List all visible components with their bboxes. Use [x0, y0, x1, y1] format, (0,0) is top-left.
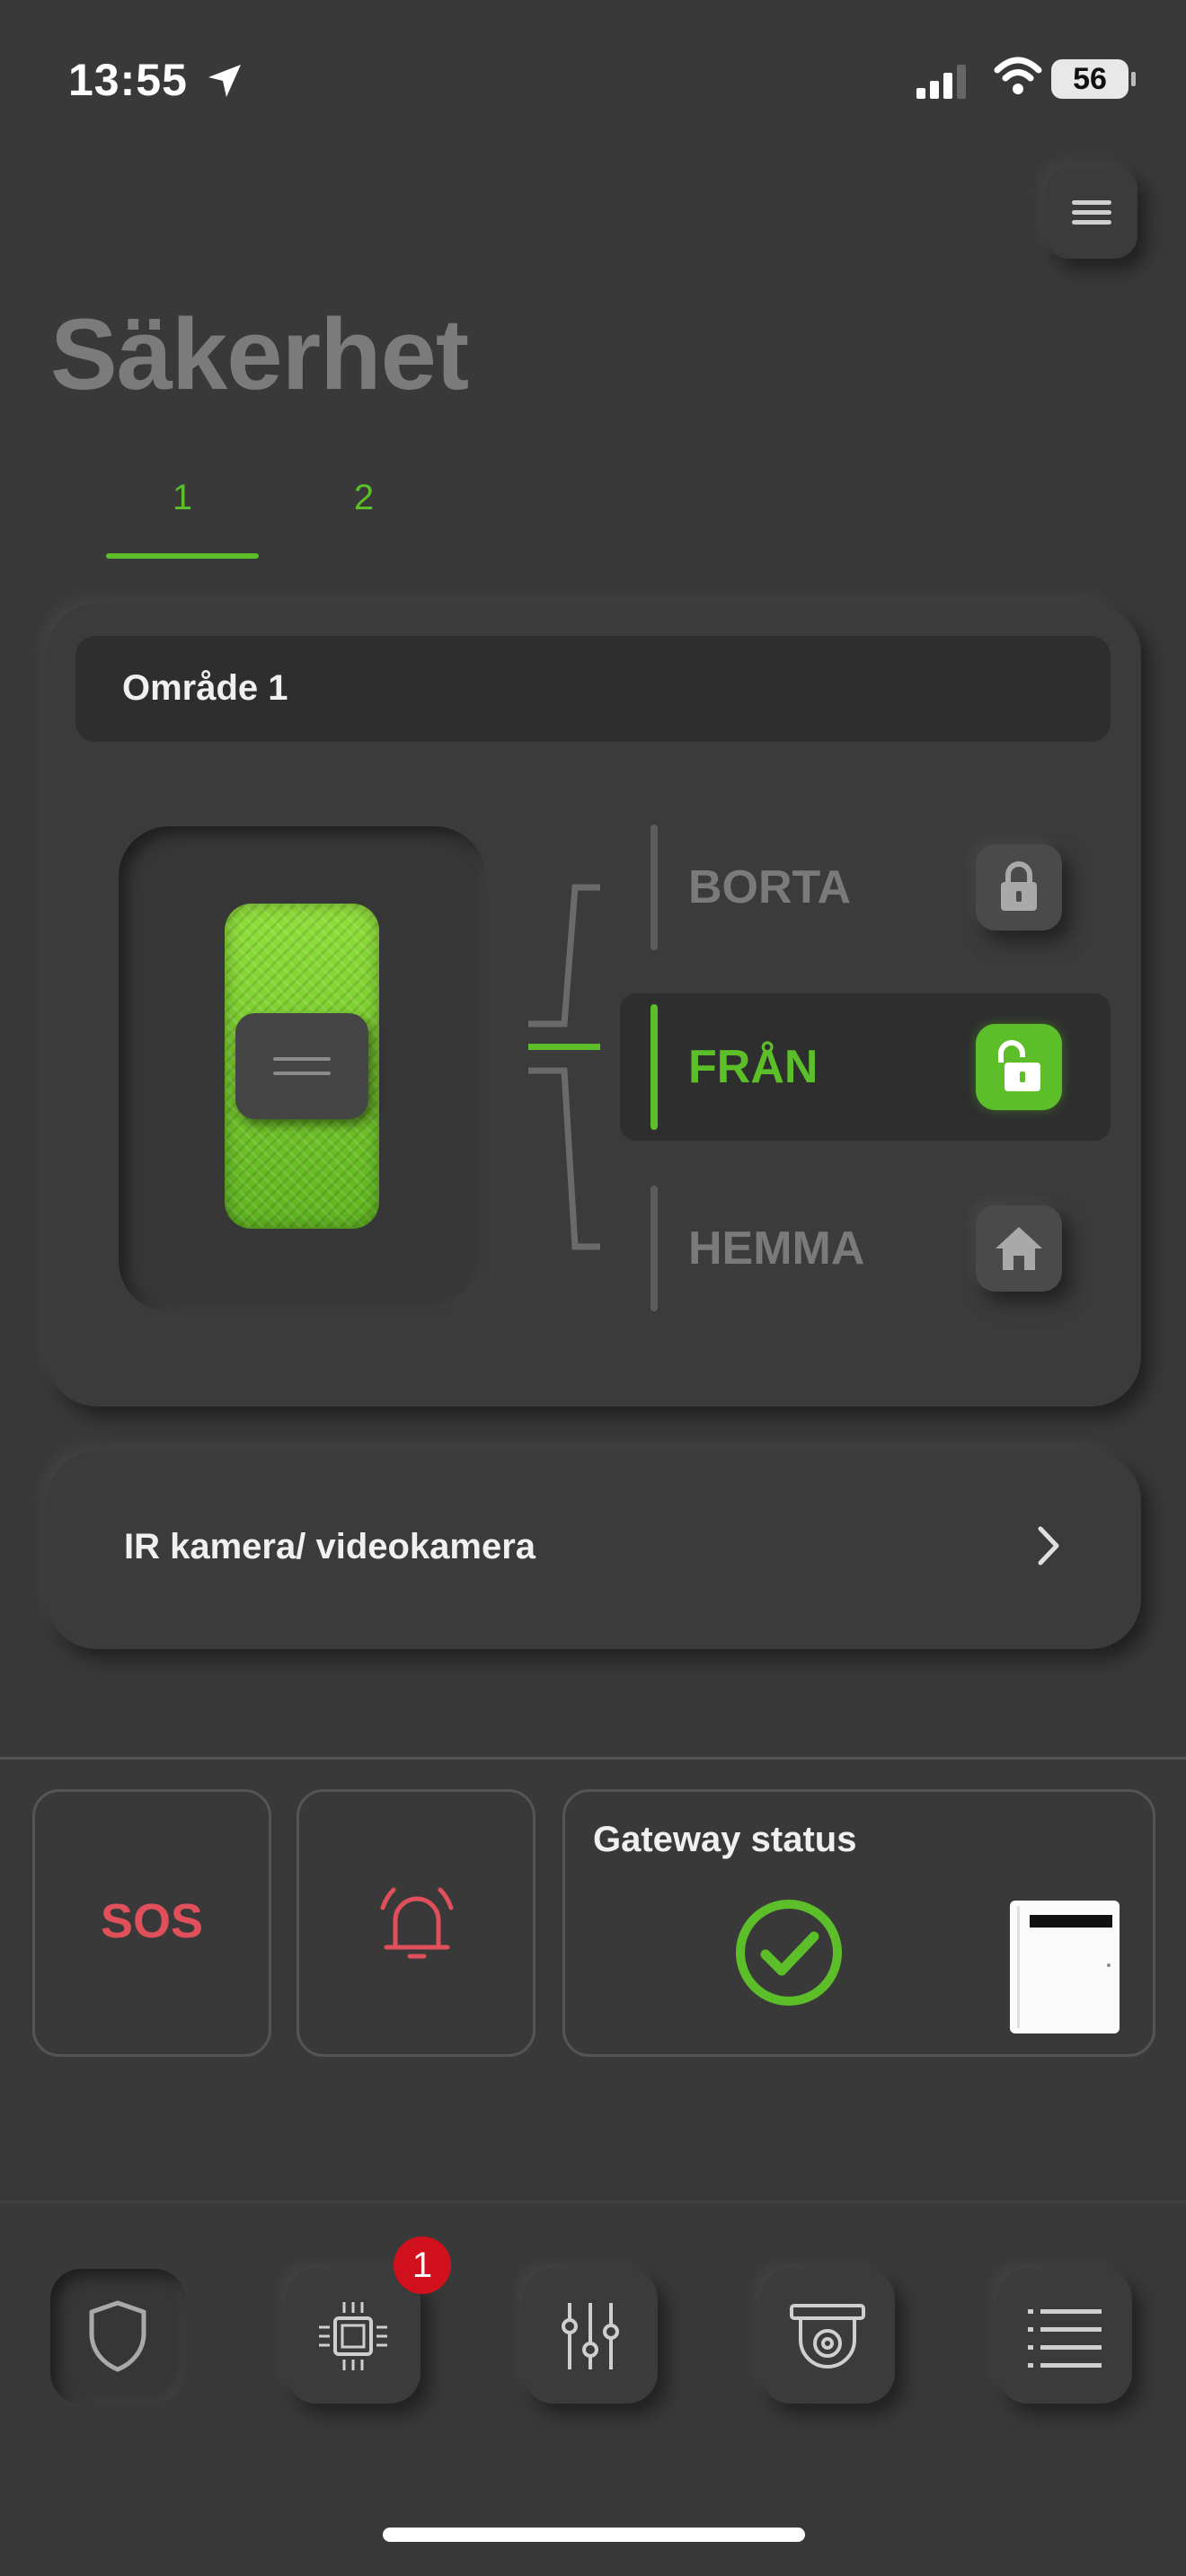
mode-label-borta[interactable]: BORTA: [688, 860, 851, 914]
tab-2[interactable]: 2: [288, 478, 440, 518]
mode-button-fran[interactable]: [976, 1024, 1062, 1110]
nav-security[interactable]: [50, 2269, 185, 2404]
nav-list[interactable]: [997, 2269, 1132, 2404]
menu-button[interactable]: [1046, 167, 1137, 259]
mode-bar-fran: [651, 1004, 658, 1130]
nav-controls[interactable]: [523, 2269, 658, 2404]
mode-button-hemma[interactable]: [976, 1205, 1062, 1292]
tab-1[interactable]: 1: [106, 478, 259, 518]
hamburger-icon: [1072, 200, 1111, 225]
gateway-status-title: Gateway status: [593, 1820, 857, 1859]
mode-bracket-connector: [528, 884, 600, 1250]
notification-badge: 1: [394, 2236, 451, 2294]
ir-camera-label: IR kamera/ videokamera: [124, 1527, 536, 1566]
battery-indicator: 56: [1051, 59, 1136, 99]
chip-icon: [319, 2302, 387, 2370]
status-time: 13:55: [68, 55, 188, 105]
check-circle-icon: [736, 1900, 842, 2006]
active-tab-indicator: [106, 553, 259, 559]
camera-icon: [790, 2304, 865, 2369]
cellular-signal-icon: [916, 65, 966, 99]
lock-closed-icon: [1001, 861, 1037, 911]
mode-bar-borta: [651, 825, 658, 950]
section-divider: [0, 1757, 1186, 1760]
mode-bar-hemma: [651, 1186, 658, 1311]
area-title: Område 1: [122, 668, 288, 708]
bottom-nav-divider: [0, 2201, 1186, 2203]
alarm-bell-icon: [380, 1887, 454, 1959]
chevron-right-icon: [1038, 1526, 1059, 1566]
home-icon: [996, 1227, 1042, 1270]
page-title: Säkerhet: [50, 298, 469, 410]
sos-label: SOS: [100, 1894, 204, 1948]
nav-devices[interactable]: [286, 2269, 420, 2404]
lock-open-icon: [998, 1040, 1040, 1091]
knob-grip-line: [273, 1057, 331, 1061]
knob-grip-line: [273, 1072, 331, 1075]
location-arrow-icon: [208, 65, 241, 97]
sliders-icon: [562, 2303, 619, 2369]
mode-label-hemma[interactable]: HEMMA: [688, 1222, 864, 1275]
mode-label-fran[interactable]: FRÅN: [688, 1040, 818, 1094]
arm-slider-knob[interactable]: [235, 1013, 368, 1119]
gateway-device-image: [1010, 1901, 1120, 2033]
wifi-icon: [994, 57, 1042, 94]
mode-button-borta[interactable]: [976, 844, 1062, 931]
list-icon: [1028, 2309, 1102, 2368]
home-indicator[interactable]: [383, 2527, 805, 2542]
nav-cameras[interactable]: [760, 2269, 895, 2404]
shield-icon: [89, 2300, 146, 2372]
